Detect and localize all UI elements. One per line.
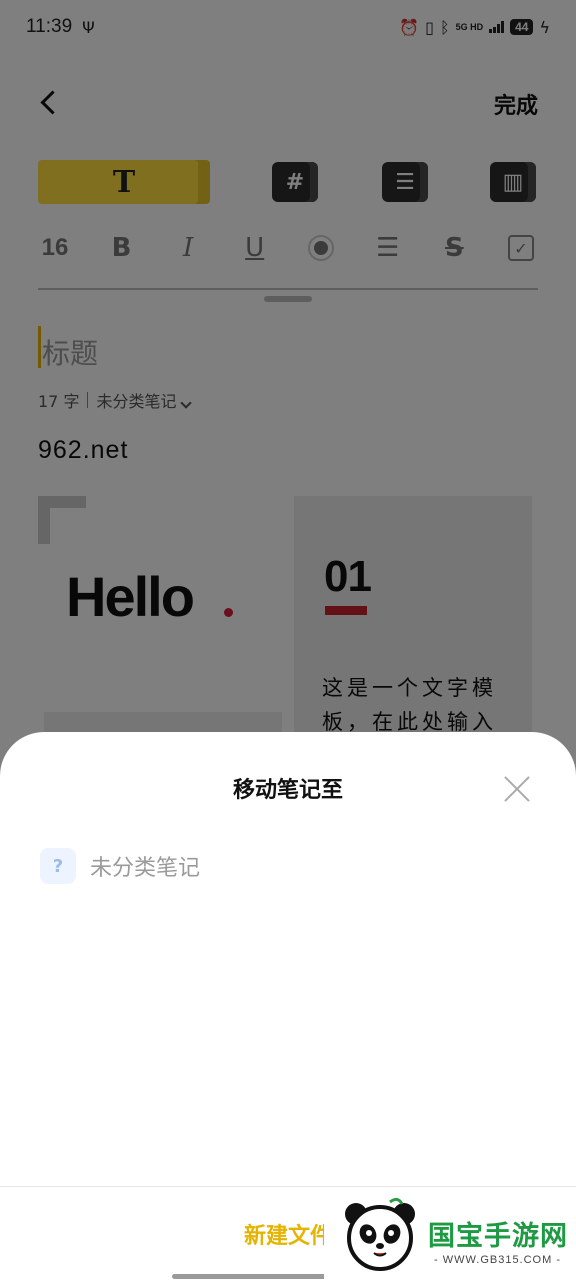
sheet-footer-divider xyxy=(0,1186,576,1187)
watermark-url: - WWW.GB315.COM - xyxy=(434,1254,561,1266)
sheet-title: 移动笔记至 xyxy=(232,778,343,803)
watermark-title: 国宝手游网 xyxy=(428,1221,568,1252)
folder-label: 未分类笔记 xyxy=(90,856,201,881)
folder-item-uncategorized[interactable]: ? 未分类笔记 xyxy=(40,846,440,886)
site-watermark: 国宝手游网 - WWW.GB315.COM - xyxy=(324,1188,576,1280)
close-icon[interactable] xyxy=(502,774,532,804)
panda-logo-icon xyxy=(345,1198,415,1271)
question-mark-icon: ? xyxy=(40,848,76,884)
